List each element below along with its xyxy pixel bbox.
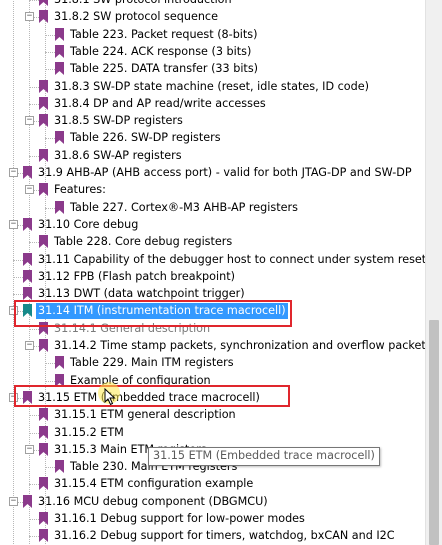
tree-row[interactable]: 31.8.4 DP and AP read/write accesses (0, 95, 425, 113)
bookmark-label[interactable]: 31.15.4 ETM configuration example (52, 476, 255, 492)
collapse-toggle-icon[interactable]: − (25, 185, 34, 194)
collapse-toggle-icon[interactable]: − (25, 445, 34, 454)
collapse-toggle-icon[interactable]: − (25, 341, 34, 350)
bookmark-label[interactable]: Table 226. SW-DP registers (68, 130, 223, 146)
bookmark-icon (39, 477, 48, 490)
tooltip: 31.15 ETM (Embedded trace macrocell) (148, 447, 380, 466)
tree-row[interactable]: Table 227. Cortex®-M3 AHB-AP registers (0, 199, 425, 217)
collapse-toggle-icon[interactable]: − (25, 116, 34, 125)
tree-row[interactable]: Table 228. Core debug registers (0, 233, 425, 251)
tree-row[interactable]: − 31.9 AHB-AP (AHB access port) - valid f… (0, 164, 425, 182)
bookmark-icon (23, 218, 32, 231)
bookmark-icon (23, 253, 32, 266)
bookmark-icon (55, 460, 64, 473)
bookmark-icon (39, 529, 48, 542)
tree-row[interactable]: − 31.10 Core debug (0, 216, 425, 234)
bookmark-icon (39, 443, 48, 456)
tree-row[interactable]: 31.8.3 SW-DP state machine (reset, idle … (0, 78, 425, 96)
bookmark-label[interactable]: Table 224. ACK response (3 bits) (68, 44, 253, 60)
collapse-toggle-icon[interactable]: − (9, 497, 18, 506)
bookmark-label[interactable]: 31.11 Capability of the debugger host to… (36, 252, 425, 268)
bookmark-label[interactable]: Table 228. Core debug registers (52, 234, 234, 250)
tree-row[interactable]: Table 225. DATA transfer (33 bits) (0, 60, 425, 78)
bookmark-icon (39, 339, 48, 352)
bookmark-label[interactable]: 31.16.1 Debug support for low-power mode… (52, 511, 307, 527)
bookmark-icon (55, 356, 64, 369)
bookmark-icon (39, 80, 48, 93)
bookmark-label[interactable]: 31.14.2 Time stamp packets, synchronizat… (52, 338, 425, 354)
tree-row[interactable]: Table 226. SW-DP registers (0, 129, 425, 147)
bookmark-icon (23, 495, 32, 508)
tree-row[interactable]: Table 229. Main ITM registers (0, 354, 425, 372)
bookmark-icon (55, 201, 64, 214)
collapse-toggle-icon[interactable]: − (25, 12, 34, 21)
tree-row[interactable]: 31.15.1 ETM general description (0, 406, 425, 424)
bookmark-label[interactable]: 31.16 MCU debug component (DBGMCU) (36, 494, 270, 510)
tree-row[interactable]: − 31.16 MCU debug component (DBGMCU) (0, 493, 425, 511)
bookmark-icon (39, 0, 48, 6)
tree-row[interactable]: − 31.8.5 SW-DP registers (0, 112, 425, 130)
bookmark-label[interactable]: Table 229. Main ITM registers (68, 355, 236, 371)
bookmarks-panel: 31.8.1 SW protocol introduction − 31.8.2 S… (0, 0, 425, 545)
tree-row[interactable]: − 31.8.2 SW protocol sequence (0, 8, 425, 26)
bookmark-icon (39, 183, 48, 196)
scrollbar-thumb[interactable] (429, 320, 439, 545)
tree-row[interactable]: 31.15.2 ETM (0, 424, 425, 442)
bookmark-icon (39, 512, 48, 525)
tree-row[interactable]: − 31.14.2 Time stamp packets, synchroniza… (0, 337, 425, 355)
bookmark-label[interactable]: Table 227. Cortex®-M3 AHB-AP registers (68, 200, 300, 216)
tree-row[interactable]: Table 223. Packet request (8-bits) (0, 26, 425, 44)
bookmark-icon (39, 10, 48, 23)
bookmark-icon (23, 270, 32, 283)
bookmark-icon (39, 97, 48, 110)
tree-row[interactable]: 31.16.2 Debug support for timers, watchd… (0, 527, 425, 545)
bookmark-icon (39, 235, 48, 248)
bookmark-label[interactable]: 31.9 AHB-AP (AHB access port) - valid fo… (36, 165, 414, 181)
bookmark-label[interactable]: 31.8.6 SW-AP registers (52, 148, 184, 164)
bookmark-label[interactable]: 31.8.3 SW-DP state machine (reset, idle … (52, 79, 371, 95)
bookmark-label[interactable]: 31.10 Core debug (36, 217, 140, 233)
bookmark-icon (55, 28, 64, 41)
highlight-box-itm (14, 300, 292, 327)
collapse-toggle-icon[interactable]: − (9, 168, 18, 177)
tree-row[interactable]: 31.16.1 Debug support for low-power mode… (0, 510, 425, 528)
bookmark-label[interactable]: 31.8.5 SW-DP registers (52, 113, 185, 129)
bookmark-label[interactable]: Table 223. Packet request (8-bits) (68, 27, 260, 43)
bookmark-label[interactable]: 31.12 FPB (Flash patch breakpoint) (36, 269, 237, 285)
bookmark-icon (39, 114, 48, 127)
highlight-box-etm (14, 385, 290, 407)
bookmark-icon (55, 62, 64, 75)
bookmark-icon (39, 408, 48, 421)
bookmark-label[interactable]: 31.15.2 ETM (52, 425, 126, 441)
bookmark-icon (39, 149, 48, 162)
bookmark-icon (39, 426, 48, 439)
tree-row[interactable]: − Features: (0, 181, 425, 199)
bookmark-label[interactable]: 31.16.2 Debug support for timers, watchd… (52, 528, 397, 544)
collapse-toggle-icon[interactable]: − (9, 220, 18, 229)
bookmark-icon (55, 131, 64, 144)
tree-row[interactable]: 31.12 FPB (Flash patch breakpoint) (0, 268, 425, 286)
bookmark-label[interactable]: 31.8.4 DP and AP read/write accesses (52, 96, 268, 112)
bookmark-label[interactable]: Features: (52, 182, 108, 198)
bookmark-icon (23, 287, 32, 300)
bookmark-label[interactable]: 31.8.1 SW protocol introduction (52, 0, 234, 8)
bookmark-label[interactable]: 31.8.2 SW protocol sequence (52, 9, 220, 25)
bookmark-label[interactable]: 31.15.1 ETM general description (52, 407, 238, 423)
tree-row[interactable]: 31.8.6 SW-AP registers (0, 147, 425, 165)
vertical-scrollbar[interactable] (425, 0, 442, 545)
tree-row[interactable]: 31.11 Capability of the debugger host to… (0, 251, 425, 269)
bookmark-label[interactable]: Table 225. DATA transfer (33 bits) (68, 61, 260, 77)
tree-row[interactable]: 31.15.4 ETM configuration example (0, 475, 425, 493)
bookmark-icon (23, 166, 32, 179)
bookmark-icon (55, 45, 64, 58)
tree-row[interactable]: Table 224. ACK response (3 bits) (0, 43, 425, 61)
mouse-pointer-icon (104, 388, 116, 406)
